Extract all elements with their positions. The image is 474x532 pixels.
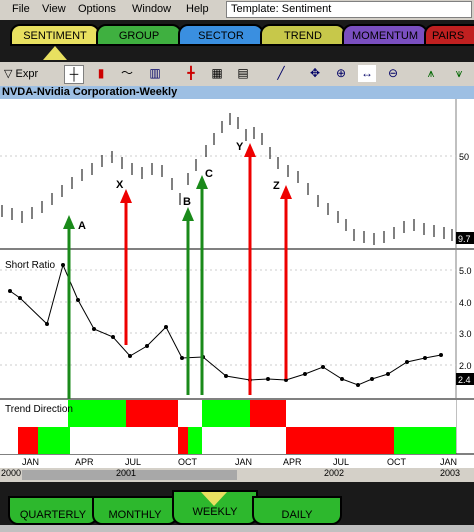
month-tick: APR bbox=[75, 457, 94, 467]
short-tick: 2.0 bbox=[459, 361, 472, 371]
zoom-in-icon[interactable]: ⊕ bbox=[332, 65, 350, 82]
arrow-head-icon bbox=[63, 215, 75, 229]
period-tab-strip: QUARTERLY MONTHLY WEEKLY DAILY bbox=[0, 482, 474, 525]
chart-title: NVDA-Nvidia Corporation-Weekly bbox=[0, 86, 474, 99]
crosshair-cursor-icon[interactable]: ┼ bbox=[64, 65, 84, 84]
signal-arrows bbox=[63, 143, 292, 399]
short-ratio-line bbox=[9, 263, 442, 386]
menu-file[interactable]: File bbox=[12, 3, 30, 15]
candlestick-icon[interactable]: ▮ bbox=[92, 65, 110, 82]
month-tick: OCT bbox=[178, 457, 198, 467]
marker-b: B bbox=[183, 196, 191, 208]
tab-label: QUARTERLY bbox=[19, 509, 87, 521]
marker-x: X bbox=[116, 179, 124, 191]
year-label: 2003 bbox=[440, 468, 461, 478]
active-period-indicator-icon bbox=[201, 492, 227, 506]
marker-a: A bbox=[78, 220, 86, 232]
year-axis: 2000 2001 2002 2003 bbox=[0, 468, 474, 482]
tab-label: SENTIMENT bbox=[23, 30, 87, 42]
line-chart-icon[interactable]: 〜 bbox=[118, 65, 136, 82]
month-tick: JUL bbox=[125, 457, 141, 467]
chart-area[interactable]: 50 9.7 Short Ratio 5.0 4.0 3.0 2.0 2.4 T… bbox=[0, 99, 474, 468]
tab-daily[interactable]: DAILY bbox=[252, 496, 342, 525]
template-field[interactable]: Template: Sentiment bbox=[226, 1, 472, 18]
scroll-vertical-icon[interactable]: ✥ bbox=[306, 65, 324, 82]
tab-trend[interactable]: TREND bbox=[260, 24, 346, 46]
chart-svg: 50 9.7 Short Ratio 5.0 4.0 3.0 2.0 2.4 T… bbox=[0, 99, 474, 467]
year-label: 2002 bbox=[324, 468, 345, 478]
month-tick: OCT bbox=[387, 457, 407, 467]
arrow-head-icon bbox=[280, 185, 292, 199]
tab-sentiment[interactable]: SENTIMENT bbox=[10, 24, 100, 46]
price-tick-50: 50 bbox=[459, 152, 469, 162]
trend-row-bottom bbox=[0, 427, 456, 454]
year-label: 2001 bbox=[116, 468, 137, 478]
month-tick: JAN bbox=[440, 457, 457, 467]
tab-momentum[interactable]: MOMENTUM bbox=[342, 24, 428, 46]
year-label: 2000 bbox=[1, 468, 22, 478]
tab-sector[interactable]: SECTOR bbox=[178, 24, 264, 46]
toolbar: ▽ Expr ┼ ▮ 〜 ▥ ╋ ▦ ▤ ╱ ✥ ⊕ ↔ ⊖ ⩚ ⩛ bbox=[0, 62, 474, 87]
short-tick: 4.0 bbox=[459, 298, 472, 308]
bar-volume-icon[interactable]: ▥ bbox=[146, 65, 164, 82]
menu-help[interactable]: Help bbox=[186, 3, 209, 15]
short-last-value: 2.4 bbox=[458, 375, 471, 385]
tab-label: TREND bbox=[284, 30, 322, 42]
chevron-down-icon: ▽ bbox=[4, 68, 13, 80]
active-tab-indicator-icon bbox=[43, 46, 67, 60]
tab-pairs[interactable]: PAIRS bbox=[424, 24, 474, 46]
table-icon[interactable]: ▦ bbox=[208, 65, 226, 82]
arrow-head-icon bbox=[120, 189, 132, 203]
month-tick: APR bbox=[283, 457, 302, 467]
short-ratio-title: Short Ratio bbox=[5, 260, 55, 271]
notes-icon[interactable]: ▤ bbox=[234, 65, 252, 82]
expr-label: Expr bbox=[15, 68, 39, 80]
trendline-icon[interactable]: ╱ bbox=[272, 65, 290, 82]
expr-dropdown[interactable]: ▽ Expr bbox=[4, 67, 38, 80]
month-tick: JAN bbox=[235, 457, 252, 467]
menu-window[interactable]: Window bbox=[132, 3, 171, 15]
zoom-out-icon[interactable]: ⊖ bbox=[384, 65, 402, 82]
price-last-value: 9.7 bbox=[458, 234, 471, 244]
marker-z: Z bbox=[273, 180, 280, 192]
month-tick: JAN bbox=[22, 457, 39, 467]
fit-width-icon[interactable]: ↔ bbox=[358, 65, 376, 82]
tab-label: GROUP bbox=[118, 30, 160, 42]
menu-options[interactable]: Options bbox=[78, 3, 116, 15]
tab-label: WEEKLY bbox=[192, 506, 238, 518]
marker-c: C bbox=[205, 168, 213, 180]
tab-label: DAILY bbox=[281, 509, 313, 521]
trend-direction-title: Trend Direction bbox=[5, 404, 73, 415]
marker-y: Y bbox=[236, 141, 244, 153]
short-ratio-points bbox=[8, 263, 443, 387]
tab-label: SECTOR bbox=[198, 30, 244, 42]
tab-label: MONTHLY bbox=[108, 509, 162, 521]
arrow-head-icon bbox=[182, 207, 194, 221]
tab-quarterly[interactable]: QUARTERLY bbox=[8, 496, 98, 525]
crosshair-red-icon[interactable]: ╋ bbox=[182, 65, 200, 82]
tab-monthly[interactable]: MONTHLY bbox=[92, 496, 178, 525]
tab-label: MOMENTUM bbox=[352, 30, 418, 42]
short-tick: 5.0 bbox=[459, 266, 472, 276]
tab-label: PAIRS bbox=[432, 30, 465, 42]
menu-bar: File View Options Window Help Template: … bbox=[0, 0, 474, 21]
month-tick: JUL bbox=[333, 457, 349, 467]
study-tab-strip: SENTIMENT GROUP SECTOR TREND MOMENTUM PA… bbox=[0, 20, 474, 62]
tab-group[interactable]: GROUP bbox=[96, 24, 182, 46]
pattern-up-icon[interactable]: ⩚ bbox=[422, 65, 440, 82]
arrow-head-icon bbox=[244, 143, 256, 157]
month-axis: JAN APR JUL OCT JAN APR JUL OCT JAN bbox=[22, 457, 457, 467]
pattern-down-icon[interactable]: ⩛ bbox=[450, 65, 468, 82]
short-tick: 3.0 bbox=[459, 329, 472, 339]
menu-view[interactable]: View bbox=[42, 3, 66, 15]
